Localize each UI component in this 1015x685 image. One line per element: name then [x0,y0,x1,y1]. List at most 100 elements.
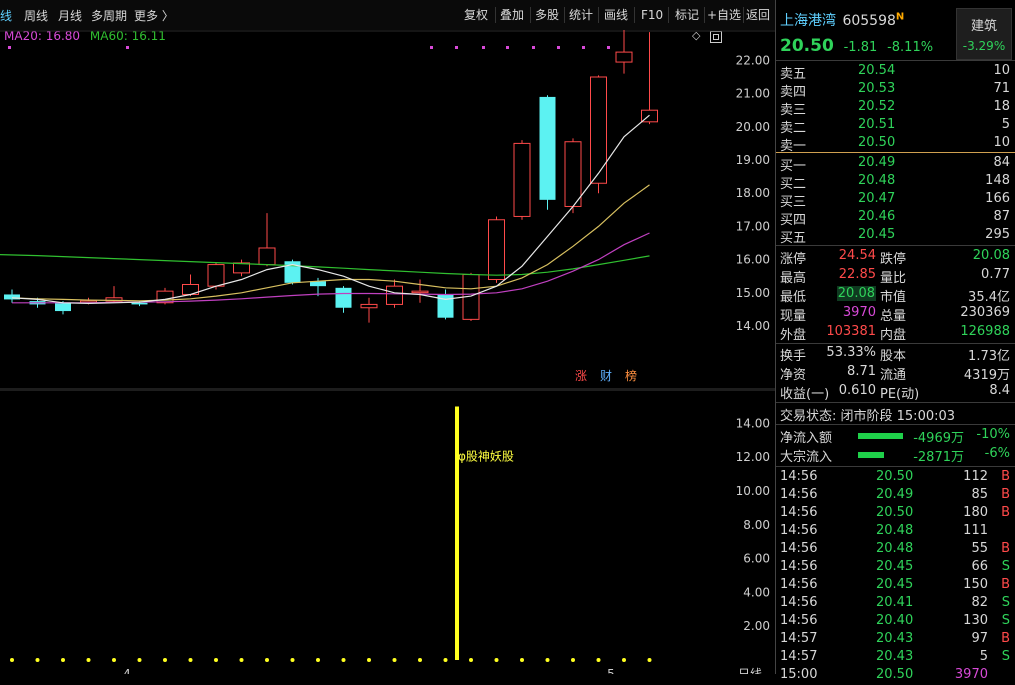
tick-price: 20.50 [876,667,914,682]
candle-body[interactable] [513,142,531,217]
ask-volume: 71 [993,81,1010,96]
ask-row: 卖五 20.54 10 [776,63,1015,82]
tab-day-line[interactable]: 线 [0,7,12,24]
tick-time: 14:56 [780,541,818,556]
candle-body[interactable] [258,247,276,266]
stat-value: 22.85 [838,267,876,282]
signal-bar[interactable] [455,406,459,661]
tab-week-line[interactable]: 周线 [24,7,48,24]
indicator-axis-label: 14.00 [736,416,770,430]
signal-dot [532,46,535,49]
stat-label: 最低 [780,290,807,305]
signal-zero-dot [571,658,575,662]
tick-time: 14:56 [780,487,818,502]
candle-body[interactable] [156,290,174,304]
sector-box[interactable]: 建筑 -3.29% [956,8,1012,60]
new-listing-flag: N [895,11,905,23]
button-statistics[interactable]: 统计 [569,6,593,24]
signal-zero-dot [418,658,422,662]
candle-body[interactable] [615,51,633,63]
signal-dot [126,46,129,49]
signal-dot [582,46,585,49]
tick-time: 14:56 [780,595,818,610]
tick-side: B [1001,631,1010,646]
price-axis-label: 21.00 [736,87,770,101]
stat-label: 涨停 [780,252,807,267]
tick-volume: 112 [963,469,988,484]
stat-label: 市值 [880,290,907,305]
tick-row: 14:56 20.50 112 B [776,469,1015,487]
flow-amount: -4969万 [913,431,964,446]
stat-label: 换手 [780,349,807,364]
candle-body[interactable] [564,141,582,207]
button-add-watchlist[interactable]: +自选 [707,6,741,24]
tick-price: 20.43 [876,631,914,646]
current-price: 20.50 [780,36,834,56]
ask-volume: 5 [1001,117,1010,132]
flow-bar [858,433,903,439]
button-adjust[interactable]: 复权 [464,6,488,24]
ask-label: 卖五 [780,67,807,82]
stat-row: 涨停 24.54 跌停 20.08 [776,248,1015,267]
tick-time: 14:56 [780,523,818,538]
candle-body[interactable] [360,303,378,309]
signal-zero-dot [520,658,524,662]
button-f10[interactable]: F10 [641,6,663,24]
tick-volume: 85 [971,487,988,502]
stat-label: 跌停 [880,252,907,267]
signal-zero-dot [367,658,371,662]
candle-body[interactable] [386,285,403,305]
tick-price: 20.50 [876,505,914,520]
bid-label: 买四 [780,213,807,228]
trade-status: 交易状态: 闭市阶段 15:00:03 [780,409,956,424]
tick-time: 14:56 [780,577,818,592]
signal-zero-dot [86,658,91,662]
tick-time: 14:56 [780,505,818,520]
bid-row: 买三 20.47 166 [776,191,1015,210]
signal-zero-dot [163,658,167,662]
tab-more[interactable]: 更多 〉 [134,7,174,24]
period-label: 日线 [738,667,762,674]
candle-body[interactable] [411,290,429,294]
candle-body[interactable] [590,76,607,184]
stat-label: 股本 [880,349,907,364]
button-overlay[interactable]: 叠加 [500,6,524,24]
stat-value: 53.33% [826,345,876,360]
price-change: -1.81 [843,40,878,55]
ranking-badge[interactable]: 榜 [625,368,637,383]
tick-row: 14:56 20.48 55 B [776,541,1015,559]
stat-value: 4319万 [963,368,1010,383]
candle-body[interactable] [131,302,148,305]
candle-body[interactable] [335,287,352,308]
price-axis-label: 22.00 [736,53,770,67]
tick-volume: 55 [971,541,988,556]
indicator-chart[interactable]: 14.00 12.00 10.00 8.00 6.00 4.00 2.00 φ股神妖股 4 5 日线 [0,390,775,674]
candle-body[interactable] [207,264,225,287]
sector-name: 建筑 [970,19,997,34]
stat-row: 现量 3970 总量 230369 [776,305,1015,324]
stat-value: 0.77 [981,267,1010,282]
finance-badge[interactable]: 财 [600,369,612,383]
button-multi-stock[interactable]: 多股 [535,6,559,24]
button-draw-line[interactable]: 画线 [604,6,628,24]
tick-volume: 111 [963,523,988,538]
button-mark[interactable]: 标记 [675,6,699,24]
tick-row: 14:56 20.49 85 B [776,487,1015,505]
price-axis-label: 19.00 [736,153,770,167]
indicator-axis-label: 8.00 [743,518,770,532]
stat-label: 量比 [880,271,907,286]
candle-body[interactable] [488,219,505,281]
tab-month-line[interactable]: 月线 [58,7,82,24]
tick-price: 20.49 [876,487,914,502]
candle-body[interactable] [55,302,71,312]
button-back[interactable]: 返回 [746,6,770,24]
tick-row: 14:56 20.50 180 B [776,505,1015,523]
signal-zero-dot [647,658,652,662]
signal-zero-dot [392,658,397,662]
stat-label: 流通 [880,368,907,383]
ask-label: 卖四 [780,85,807,100]
limit-up-badge[interactable]: 涨 [575,368,587,383]
candlestick-chart[interactable]: 22.00 21.00 20.00 19.00 18.00 17.00 16.00 15.00… [0,30,775,390]
candle-body[interactable] [539,96,556,200]
tab-multi-period[interactable]: 多周期 [91,7,127,24]
